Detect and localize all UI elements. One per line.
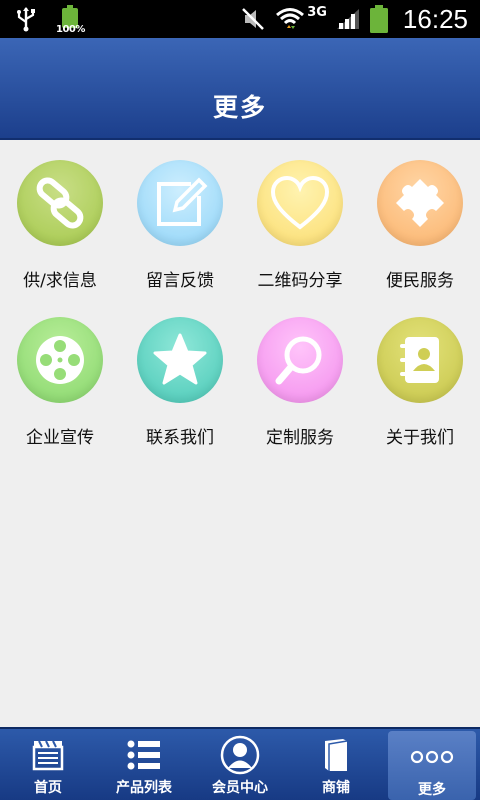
tile-convenience[interactable]: 便民服务 (360, 160, 480, 317)
tab-more[interactable]: 更多 (388, 731, 476, 800)
battery-percent: 100% (56, 24, 85, 35)
tab-product-list[interactable]: 产品列表 (96, 729, 192, 800)
user-icon (220, 735, 260, 775)
app-header: 更多 (0, 38, 480, 140)
tile-custom-service[interactable]: 定制服务 (240, 317, 360, 474)
feature-grid: 供/求信息 留言反馈 二维码分享 便民服务 企业宣传 联系我们 定制服务 关于我… (0, 160, 480, 474)
tile-label: 便民服务 (386, 271, 454, 291)
grid-row: 企业宣传 联系我们 定制服务 关于我们 (0, 317, 480, 474)
tab-label: 产品列表 (116, 780, 172, 796)
mute-icon (242, 8, 265, 30)
more-dots-icon (410, 737, 454, 777)
page-title: 更多 (212, 93, 267, 122)
edit-icon (137, 160, 223, 246)
network-type: 3G (307, 4, 327, 20)
grid-row: 供/求信息 留言反馈 二维码分享 便民服务 (0, 160, 480, 317)
heart-icon (257, 160, 343, 246)
contacts-book-icon (377, 317, 463, 403)
tab-home[interactable]: 首页 (0, 729, 96, 800)
tile-contact-us[interactable]: 联系我们 (120, 317, 240, 474)
film-reel-icon (17, 317, 103, 403)
tile-feedback[interactable]: 留言反馈 (120, 160, 240, 317)
tile-corporate-promo[interactable]: 企业宣传 (0, 317, 120, 474)
book-icon (321, 735, 351, 775)
tile-label: 关于我们 (386, 428, 454, 448)
clapper-icon (31, 735, 65, 775)
magnifier-icon (257, 317, 343, 403)
tab-shop[interactable]: 商铺 (288, 729, 384, 800)
tile-label: 供/求信息 (23, 271, 97, 291)
bottom-tab-bar: 首页 产品列表 会员中心 商铺 更多 (0, 727, 480, 800)
tab-label: 更多 (418, 782, 446, 798)
tile-label: 企业宣传 (26, 428, 94, 448)
battery-full-icon (369, 5, 388, 33)
usb-icon (17, 7, 35, 32)
wifi-icon (276, 8, 305, 29)
tab-label: 商铺 (322, 780, 350, 796)
tile-label: 二维码分享 (257, 271, 343, 291)
tile-supply-demand[interactable]: 供/求信息 (0, 160, 120, 317)
puzzle-icon (377, 160, 463, 246)
tile-qr-share[interactable]: 二维码分享 (240, 160, 360, 317)
tile-label: 联系我们 (146, 428, 214, 448)
status-bar-right: 3G 16:25 (241, 4, 468, 34)
status-bar-left: 100% (14, 5, 86, 36)
tab-label: 会员中心 (212, 780, 268, 796)
clock: 16:25 (402, 3, 468, 34)
tile-about-us[interactable]: 关于我们 (360, 317, 480, 474)
tab-label: 首页 (34, 780, 62, 796)
tile-label: 定制服务 (266, 428, 334, 448)
star-icon (137, 317, 223, 403)
signal-icon (336, 9, 359, 29)
link-icon (17, 160, 103, 246)
tile-label: 留言反馈 (146, 271, 214, 291)
list-icon (126, 735, 162, 775)
battery-icon: 100% (56, 5, 86, 36)
tab-member-center[interactable]: 会员中心 (192, 729, 288, 800)
status-bar: 100% 3G 16:25 (0, 0, 480, 38)
